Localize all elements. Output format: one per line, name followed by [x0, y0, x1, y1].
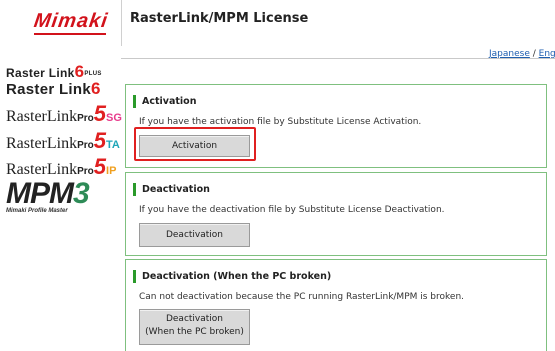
activation-panel: Activation If you have the activation fi… [125, 84, 547, 168]
mpm3-logo: MPM3 Mimaki Profile Master [6, 177, 90, 215]
page-title: RasterLink/MPM License [130, 11, 309, 26]
rasterlink6-six: 6 [91, 79, 101, 98]
mpm3-text: MPM [6, 177, 74, 210]
mimaki-logo: Mimaki [32, 10, 110, 32]
rasterlinkpro5sg-logo: RasterLinkPro5SG [6, 101, 122, 127]
deactivation-broken-button[interactable]: Deactivation (When the PC broken) [139, 309, 250, 345]
rasterlinkpro5ta-logo: RasterLinkPro5TA [6, 128, 120, 154]
rasterlinkpro5ip-five: 5 [93, 154, 107, 179]
deactivation-broken-panel: Deactivation (When the PC broken) Can no… [125, 259, 547, 351]
rasterlinkpro5ip-text: RasterLink [6, 161, 78, 178]
rasterlinkpro5sg-five: 5 [93, 101, 107, 126]
logo-underline [34, 33, 106, 35]
rasterlinkpro5ip-suffix: IP [106, 165, 117, 177]
header-divider [121, 0, 122, 46]
rasterlinkpro5ip-pro: Pro [77, 166, 94, 177]
rasterlinkpro5sg-suffix: SG [106, 112, 122, 124]
deactivation-broken-button-line1: Deactivation [165, 314, 224, 324]
activation-button[interactable]: Activation [139, 135, 250, 157]
rasterlinkpro5sg-pro: Pro [77, 113, 94, 124]
rasterlink6plus-plus: PLUS [84, 70, 102, 77]
rasterlink6-text: Raster Link [6, 81, 91, 98]
rasterlink6-logo: Raster Link6 [6, 79, 101, 99]
activation-title: Activation [133, 95, 196, 108]
deactivation-panel: Deactivation If you have the deactivatio… [125, 172, 547, 256]
header-rule [121, 58, 555, 59]
rasterlinkpro5sg-text: RasterLink [6, 108, 78, 125]
rasterlinkpro5ta-text: RasterLink [6, 135, 78, 152]
deactivation-title: Deactivation [133, 183, 210, 196]
rasterlinkpro5ta-suffix: TA [106, 139, 120, 151]
deactivation-broken-description: Can not deactivation because the PC runn… [139, 292, 465, 302]
mimaki-logo-area: Mimaki [0, 0, 121, 52]
activation-description: If you have the activation file by Subst… [139, 117, 422, 127]
deactivation-button[interactable]: Deactivation [139, 223, 250, 247]
deactivation-broken-title: Deactivation (When the PC broken) [133, 270, 331, 283]
deactivation-broken-button-line2: (When the PC broken) [145, 327, 244, 337]
mpm3-wordmark: MPM3 [6, 177, 90, 210]
rasterlinkpro5ta-pro: Pro [77, 140, 94, 151]
rasterlinkpro5ta-five: 5 [93, 128, 107, 153]
deactivation-description: If you have the deactivation file by Sub… [139, 205, 445, 215]
rasterlink6plus-text: Raster Link [6, 66, 75, 80]
mpm3-three: 3 [73, 177, 90, 210]
